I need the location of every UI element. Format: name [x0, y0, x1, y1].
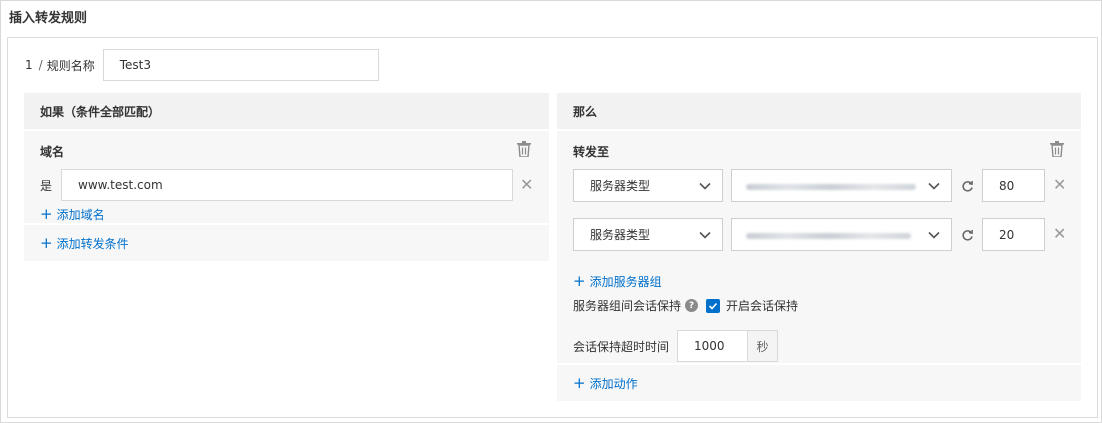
forward-rule-card: 1 / 规则名称 Test3 如果（条件全部匹配） 域名 是 www.test.… — [7, 37, 1098, 418]
trash-icon[interactable] — [1050, 141, 1064, 157]
close-icon[interactable]: ✕ — [1053, 226, 1066, 242]
session-checkbox-label: 开启会话保持 — [726, 299, 799, 313]
server-type-label: 服务器类型 — [590, 179, 651, 193]
add-domain-label: 添加域名 — [56, 208, 105, 222]
timeout-row: 会话保持超时时间 1000 秒 — [573, 330, 779, 362]
rule-separator: / — [38, 58, 43, 72]
forward-action-block: 转发至 服务器类型 80 ✕ 服务器类型 20 ✕ + 添加服务器组 服务器组间… — [557, 131, 1081, 363]
add-server-group-link[interactable]: + 添加服务器组 — [573, 273, 662, 290]
close-icon[interactable]: ✕ — [520, 177, 533, 193]
page-title: 插入转发规则 — [9, 11, 88, 26]
add-server-group-label: 添加服务器组 — [589, 275, 662, 289]
actions-header: 那么 — [557, 93, 1081, 129]
server-group-value-blurred — [746, 233, 911, 239]
add-domain-link[interactable]: + 添加域名 — [40, 206, 105, 223]
timeout-unit: 秒 — [748, 330, 779, 362]
actions-panel: 那么 转发至 服务器类型 80 ✕ 服务器类型 20 ✕ + 添加服务器组 服务… — [557, 93, 1081, 401]
weight-value: 20 — [999, 227, 1015, 242]
forward-block-title: 转发至 — [573, 145, 610, 159]
server-group-value-blurred — [746, 184, 916, 190]
trash-icon[interactable] — [517, 141, 531, 157]
rule-name-label: 规则名称 — [46, 58, 95, 73]
plus-icon: + — [40, 234, 53, 252]
rule-name-value: Test3 — [119, 58, 151, 72]
domain-operator-label: 是 — [40, 179, 53, 193]
session-checkbox[interactable] — [706, 298, 721, 313]
chevron-down-icon — [699, 231, 711, 239]
session-persistence-row: 服务器组间会话保持 ? 开启会话保持 — [573, 297, 798, 314]
weight-input[interactable]: 20 — [982, 218, 1045, 251]
chevron-down-icon — [928, 182, 940, 190]
timeout-value: 1000 — [694, 339, 725, 353]
refresh-icon[interactable] — [961, 229, 974, 242]
weight-input[interactable]: 80 — [982, 169, 1045, 202]
domain-block-title: 域名 — [40, 145, 65, 159]
domain-value: www.test.com — [78, 178, 163, 192]
dialog-frame: 插入转发规则 1 / 规则名称 Test3 如果（条件全部匹配） 域名 是 ww… — [0, 0, 1102, 423]
timeout-input[interactable]: 1000 — [677, 330, 749, 362]
server-type-select[interactable]: 服务器类型 — [573, 169, 723, 202]
plus-icon: + — [40, 205, 53, 223]
add-action-label: 添加动作 — [589, 377, 638, 391]
server-group-select[interactable] — [731, 218, 952, 251]
weight-value: 80 — [999, 178, 1015, 193]
add-condition-row: + 添加转发条件 — [24, 225, 549, 261]
close-icon[interactable]: ✕ — [1053, 177, 1066, 193]
plus-icon: + — [573, 272, 586, 290]
conditions-header: 如果（条件全部匹配） — [24, 93, 549, 129]
help-icon[interactable]: ? — [685, 299, 699, 312]
session-label: 服务器组间会话保持 — [573, 299, 682, 313]
add-action-row: + 添加动作 — [557, 365, 1081, 401]
domain-condition-block: 域名 是 www.test.com ✕ + 添加域名 — [24, 131, 549, 223]
server-type-label: 服务器类型 — [590, 228, 651, 242]
server-type-select[interactable]: 服务器类型 — [573, 218, 723, 251]
add-action-link[interactable]: + 添加动作 — [573, 375, 638, 392]
plus-icon: + — [573, 374, 586, 392]
domain-input[interactable]: www.test.com — [61, 169, 513, 201]
rule-name-input[interactable]: Test3 — [102, 49, 379, 81]
timeout-label: 会话保持超时时间 — [573, 339, 670, 354]
add-condition-link[interactable]: + 添加转发条件 — [40, 235, 129, 252]
server-group-select[interactable] — [731, 169, 952, 202]
chevron-down-icon — [928, 231, 940, 239]
chevron-down-icon — [699, 182, 711, 190]
conditions-panel: 如果（条件全部匹配） 域名 是 www.test.com ✕ + 添加域名 + … — [24, 93, 549, 261]
check-icon — [708, 302, 718, 310]
refresh-icon[interactable] — [961, 180, 974, 193]
rule-name-row: 1 / 规则名称 Test3 — [25, 49, 379, 81]
add-condition-label: 添加转发条件 — [56, 237, 129, 251]
rule-index: 1 — [25, 58, 33, 72]
